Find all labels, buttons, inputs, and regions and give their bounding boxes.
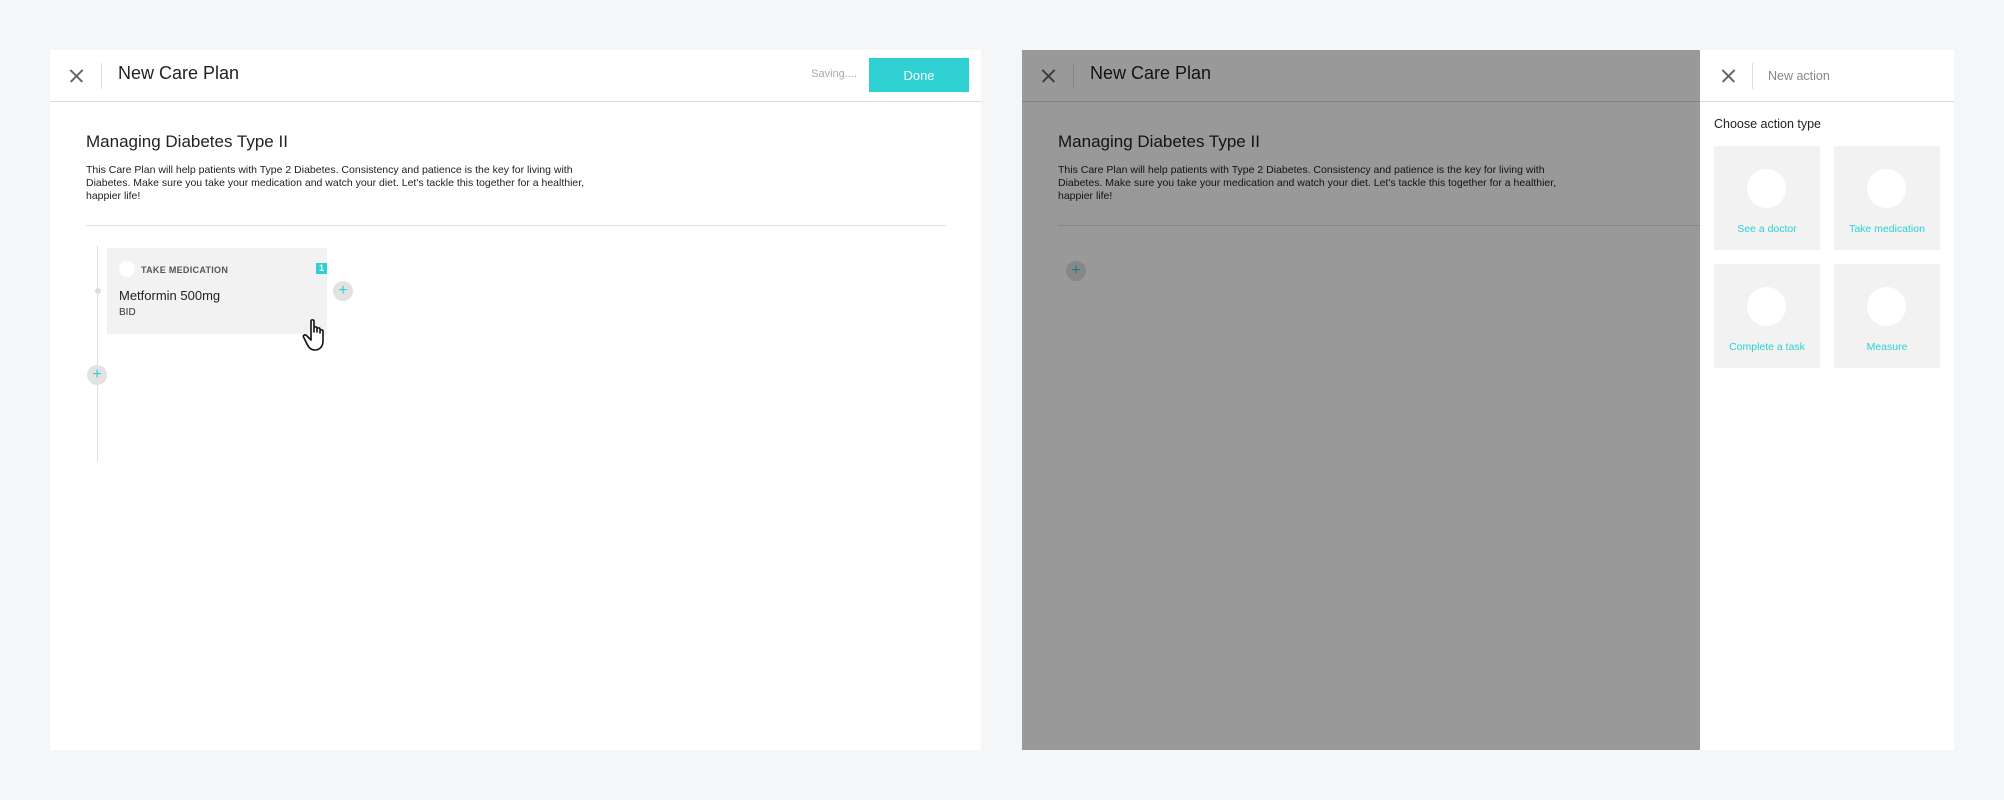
action-type-label: See a doctor [1737, 223, 1797, 235]
plus-icon: + [338, 282, 348, 299]
section-divider [86, 225, 946, 226]
action-type-see-a-doctor[interactable]: See a doctor [1714, 146, 1820, 250]
medication-name: Metformin 500mg [119, 288, 221, 303]
saving-status: Saving.... [811, 68, 857, 80]
action-type-label: Complete a task [1729, 341, 1805, 353]
editor-header: New Care Plan Saving.... Done [50, 50, 981, 102]
plan-description: This Care Plan will help patients with T… [86, 164, 585, 202]
done-button[interactable]: Done [869, 58, 969, 92]
timeline-dot [95, 288, 101, 294]
care-plan-editor-with-drawer: New Care Plan Managing Diabetes Type II … [1022, 50, 1954, 750]
action-type-label: TAKE MEDICATION [141, 265, 229, 275]
action-card[interactable]: TAKE MEDICATION 1 Metformin 500mg BID [107, 248, 327, 334]
drawer-header: New action [1700, 50, 1954, 102]
page-title: New Care Plan [118, 63, 240, 83]
action-type-complete-a-task[interactable]: Complete a task [1714, 264, 1820, 368]
medication-icon [1867, 169, 1906, 208]
choose-action-label: Choose action type [1714, 117, 1822, 131]
action-type-take-medication[interactable]: Take medication [1834, 146, 1940, 250]
action-type-measure[interactable]: Measure [1834, 264, 1940, 368]
care-plan-editor: New Care Plan Saving.... Done Managing D… [50, 50, 981, 750]
modal-overlay[interactable] [1022, 50, 1700, 750]
action-type-label: Take medication [1849, 223, 1925, 235]
plan-heading: Managing Diabetes Type II [86, 132, 288, 151]
doctor-icon [1747, 169, 1786, 208]
timeline-line [97, 246, 98, 462]
new-action-drawer: New action Choose action type See a doct… [1700, 50, 1954, 750]
close-icon[interactable] [68, 67, 85, 84]
header-divider [1752, 63, 1753, 89]
add-step-button[interactable]: + [87, 365, 107, 385]
measure-icon [1867, 287, 1906, 326]
count-badge: 1 [316, 263, 327, 274]
action-type-label: Measure [1866, 341, 1908, 353]
task-icon [1747, 287, 1786, 326]
header-divider [101, 63, 102, 89]
add-action-button[interactable]: + [333, 281, 353, 301]
medication-dose: BID [119, 307, 136, 318]
drawer-title: New action [1768, 69, 1830, 83]
hand-pointer-icon [302, 319, 324, 351]
close-icon[interactable] [1720, 67, 1737, 84]
medication-icon [119, 261, 135, 277]
plus-icon: + [92, 366, 102, 383]
